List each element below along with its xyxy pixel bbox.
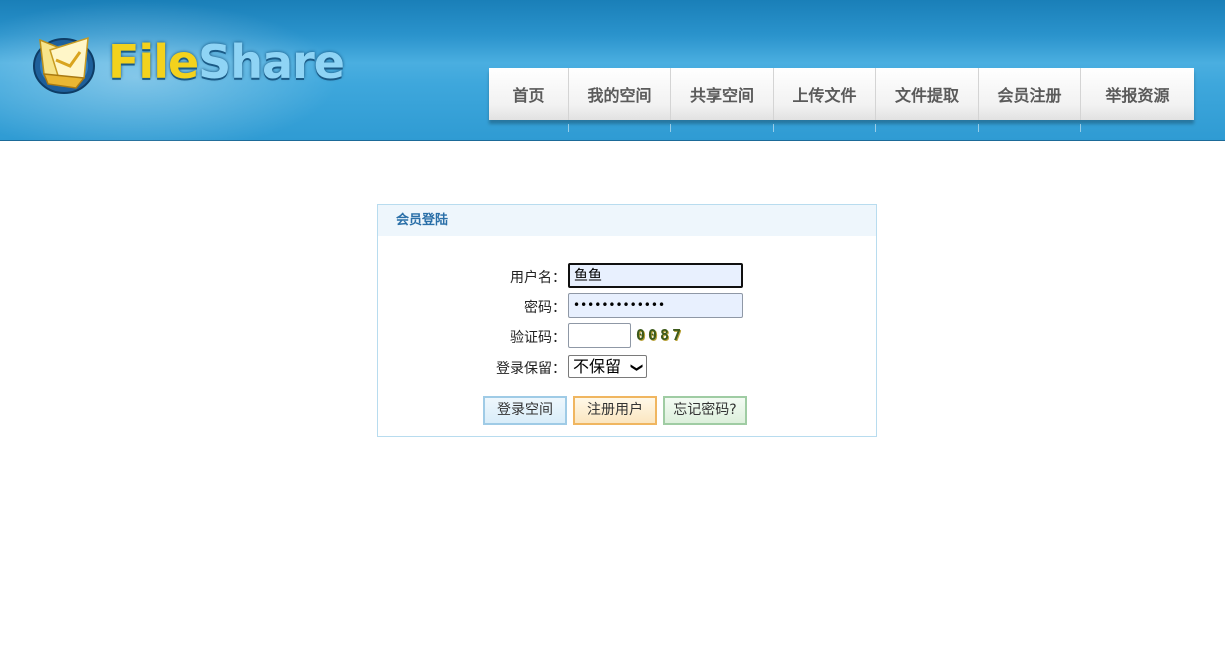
logo-word-share: Share: [198, 35, 345, 89]
folder-logo-icon: [33, 36, 95, 94]
nav-underline: [489, 124, 1194, 132]
login-button[interactable]: 登录空间: [483, 396, 567, 425]
register-button[interactable]: 注册用户: [573, 396, 657, 425]
chevron-down-icon: ❯: [630, 362, 645, 373]
password-label: 密码：: [524, 300, 566, 316]
remember-row: 登录保留： 不保留 ❯: [378, 354, 876, 380]
username-input[interactable]: 鱼鱼: [568, 263, 743, 288]
fileshare-logo[interactable]: FileShare: [22, 26, 345, 98]
nav-item-register[interactable]: 会员注册: [979, 68, 1081, 120]
login-panel: 会员登陆 用户名： 鱼鱼 密码： ••••••••••••• 验证码： 0087…: [377, 204, 877, 437]
captcha-row: 验证码： 0087: [378, 323, 876, 349]
remember-select-value: 不保留: [573, 357, 622, 376]
username-label: 用户名：: [510, 270, 566, 286]
password-row: 密码： •••••••••••••: [378, 293, 876, 319]
site-header: FileShare 首页 我的空间 共享空间 上传文件 文件提取 会员注册 举报…: [0, 0, 1225, 141]
remember-label: 登录保留：: [496, 361, 566, 377]
captcha-input[interactable]: [568, 323, 631, 348]
nav-item-upload[interactable]: 上传文件: [774, 68, 876, 120]
captcha-image[interactable]: 0087: [636, 326, 684, 344]
password-input[interactable]: •••••••••••••: [568, 293, 743, 318]
username-row: 用户名： 鱼鱼: [378, 263, 876, 289]
captcha-label: 验证码：: [510, 330, 566, 346]
nav-item-shared-space[interactable]: 共享空间: [671, 68, 774, 120]
logo-word-file: File: [108, 35, 199, 89]
nav-item-file-retrieve[interactable]: 文件提取: [876, 68, 979, 120]
main-nav: 首页 我的空间 共享空间 上传文件 文件提取 会员注册 举报资源: [489, 68, 1194, 120]
login-panel-title: 会员登陆: [378, 205, 876, 236]
remember-select[interactable]: 不保留 ❯: [568, 355, 647, 378]
forgot-password-button[interactable]: 忘记密码?: [663, 396, 747, 425]
logo-wordmark: FileShare: [108, 34, 345, 90]
nav-item-home[interactable]: 首页: [489, 68, 569, 120]
nav-item-report[interactable]: 举报资源: [1081, 68, 1194, 120]
nav-item-my-space[interactable]: 我的空间: [569, 68, 671, 120]
